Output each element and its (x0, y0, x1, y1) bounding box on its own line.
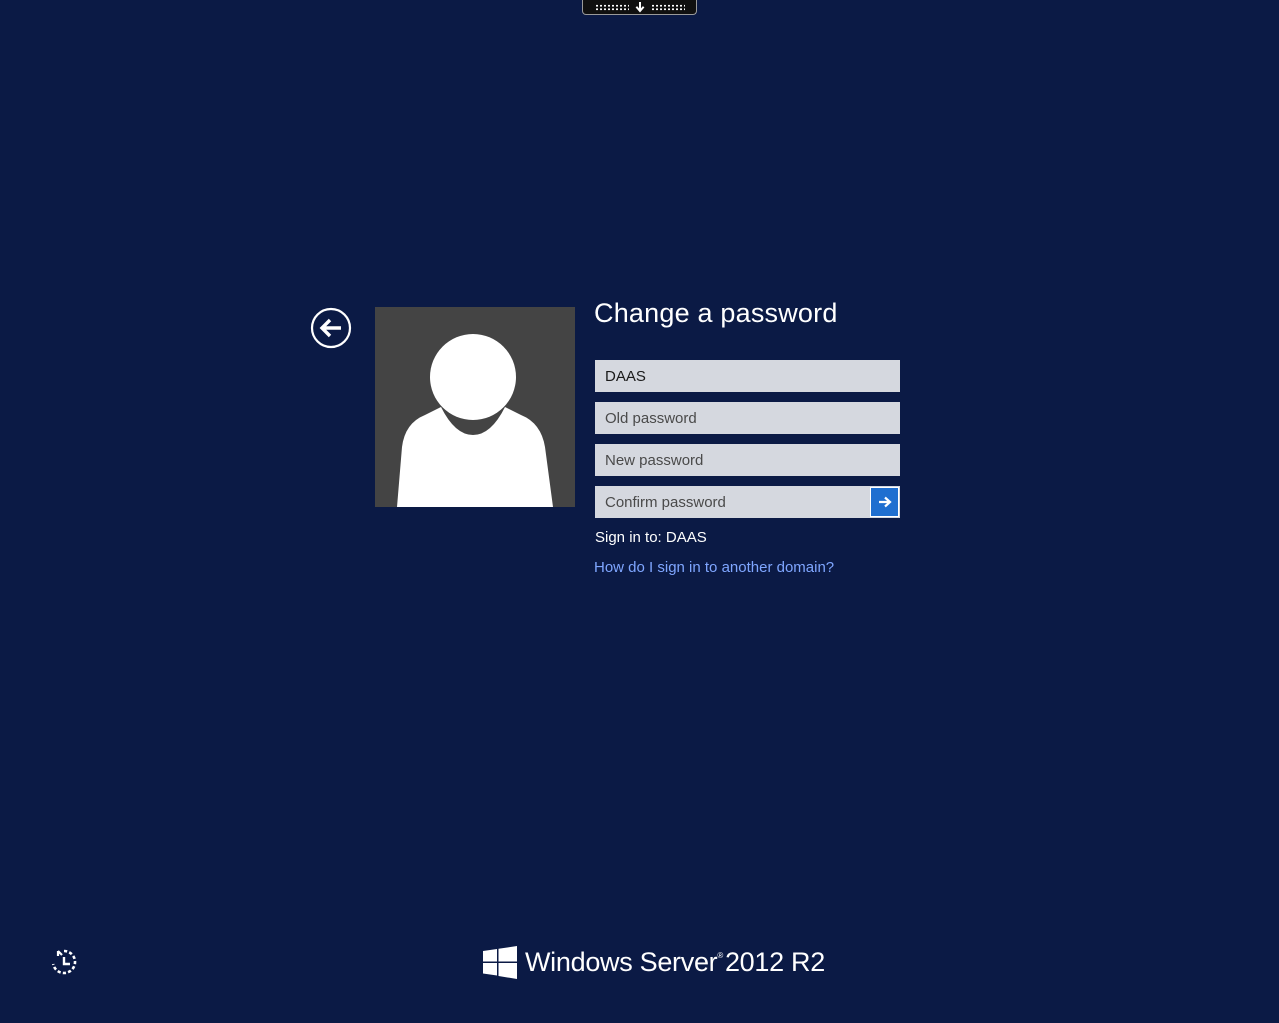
username-input[interactable] (595, 360, 900, 392)
old-password-field[interactable] (595, 402, 900, 434)
user-tile (375, 307, 575, 507)
trademark-mark: ® (717, 950, 723, 960)
ease-of-access-button[interactable] (49, 947, 79, 977)
new-password-input[interactable] (595, 444, 900, 476)
down-arrow-icon[interactable] (635, 1, 645, 13)
ease-of-access-icon (51, 949, 77, 975)
username-field[interactable] (595, 360, 900, 392)
submit-button[interactable] (870, 487, 899, 517)
product-branding: Windows Server®2012 R2 (483, 945, 825, 979)
sign-in-domain-label: Sign in to: DAAS (595, 529, 707, 546)
windows-logo-icon (483, 945, 517, 979)
product-version: 2012 R2 (724, 946, 825, 977)
confirm-password-field[interactable] (595, 486, 900, 518)
back-button[interactable] (310, 307, 352, 349)
connection-bar-grip-right (650, 3, 685, 11)
default-user-silhouette-icon (397, 334, 553, 507)
product-name: Windows Server®2012 R2 (525, 947, 825, 978)
other-domain-link[interactable]: How do I sign in to another domain? (594, 559, 834, 576)
old-password-input[interactable] (595, 402, 900, 434)
new-password-field[interactable] (595, 444, 900, 476)
back-arrow-circle-icon (310, 307, 352, 349)
product-name-text: Windows Server (525, 946, 718, 977)
confirm-password-input[interactable] (595, 486, 885, 518)
right-arrow-icon (878, 496, 892, 508)
connection-bar-grip-left (594, 3, 629, 11)
page-title: Change a password (594, 298, 838, 328)
remote-connection-bar[interactable] (582, 0, 697, 15)
